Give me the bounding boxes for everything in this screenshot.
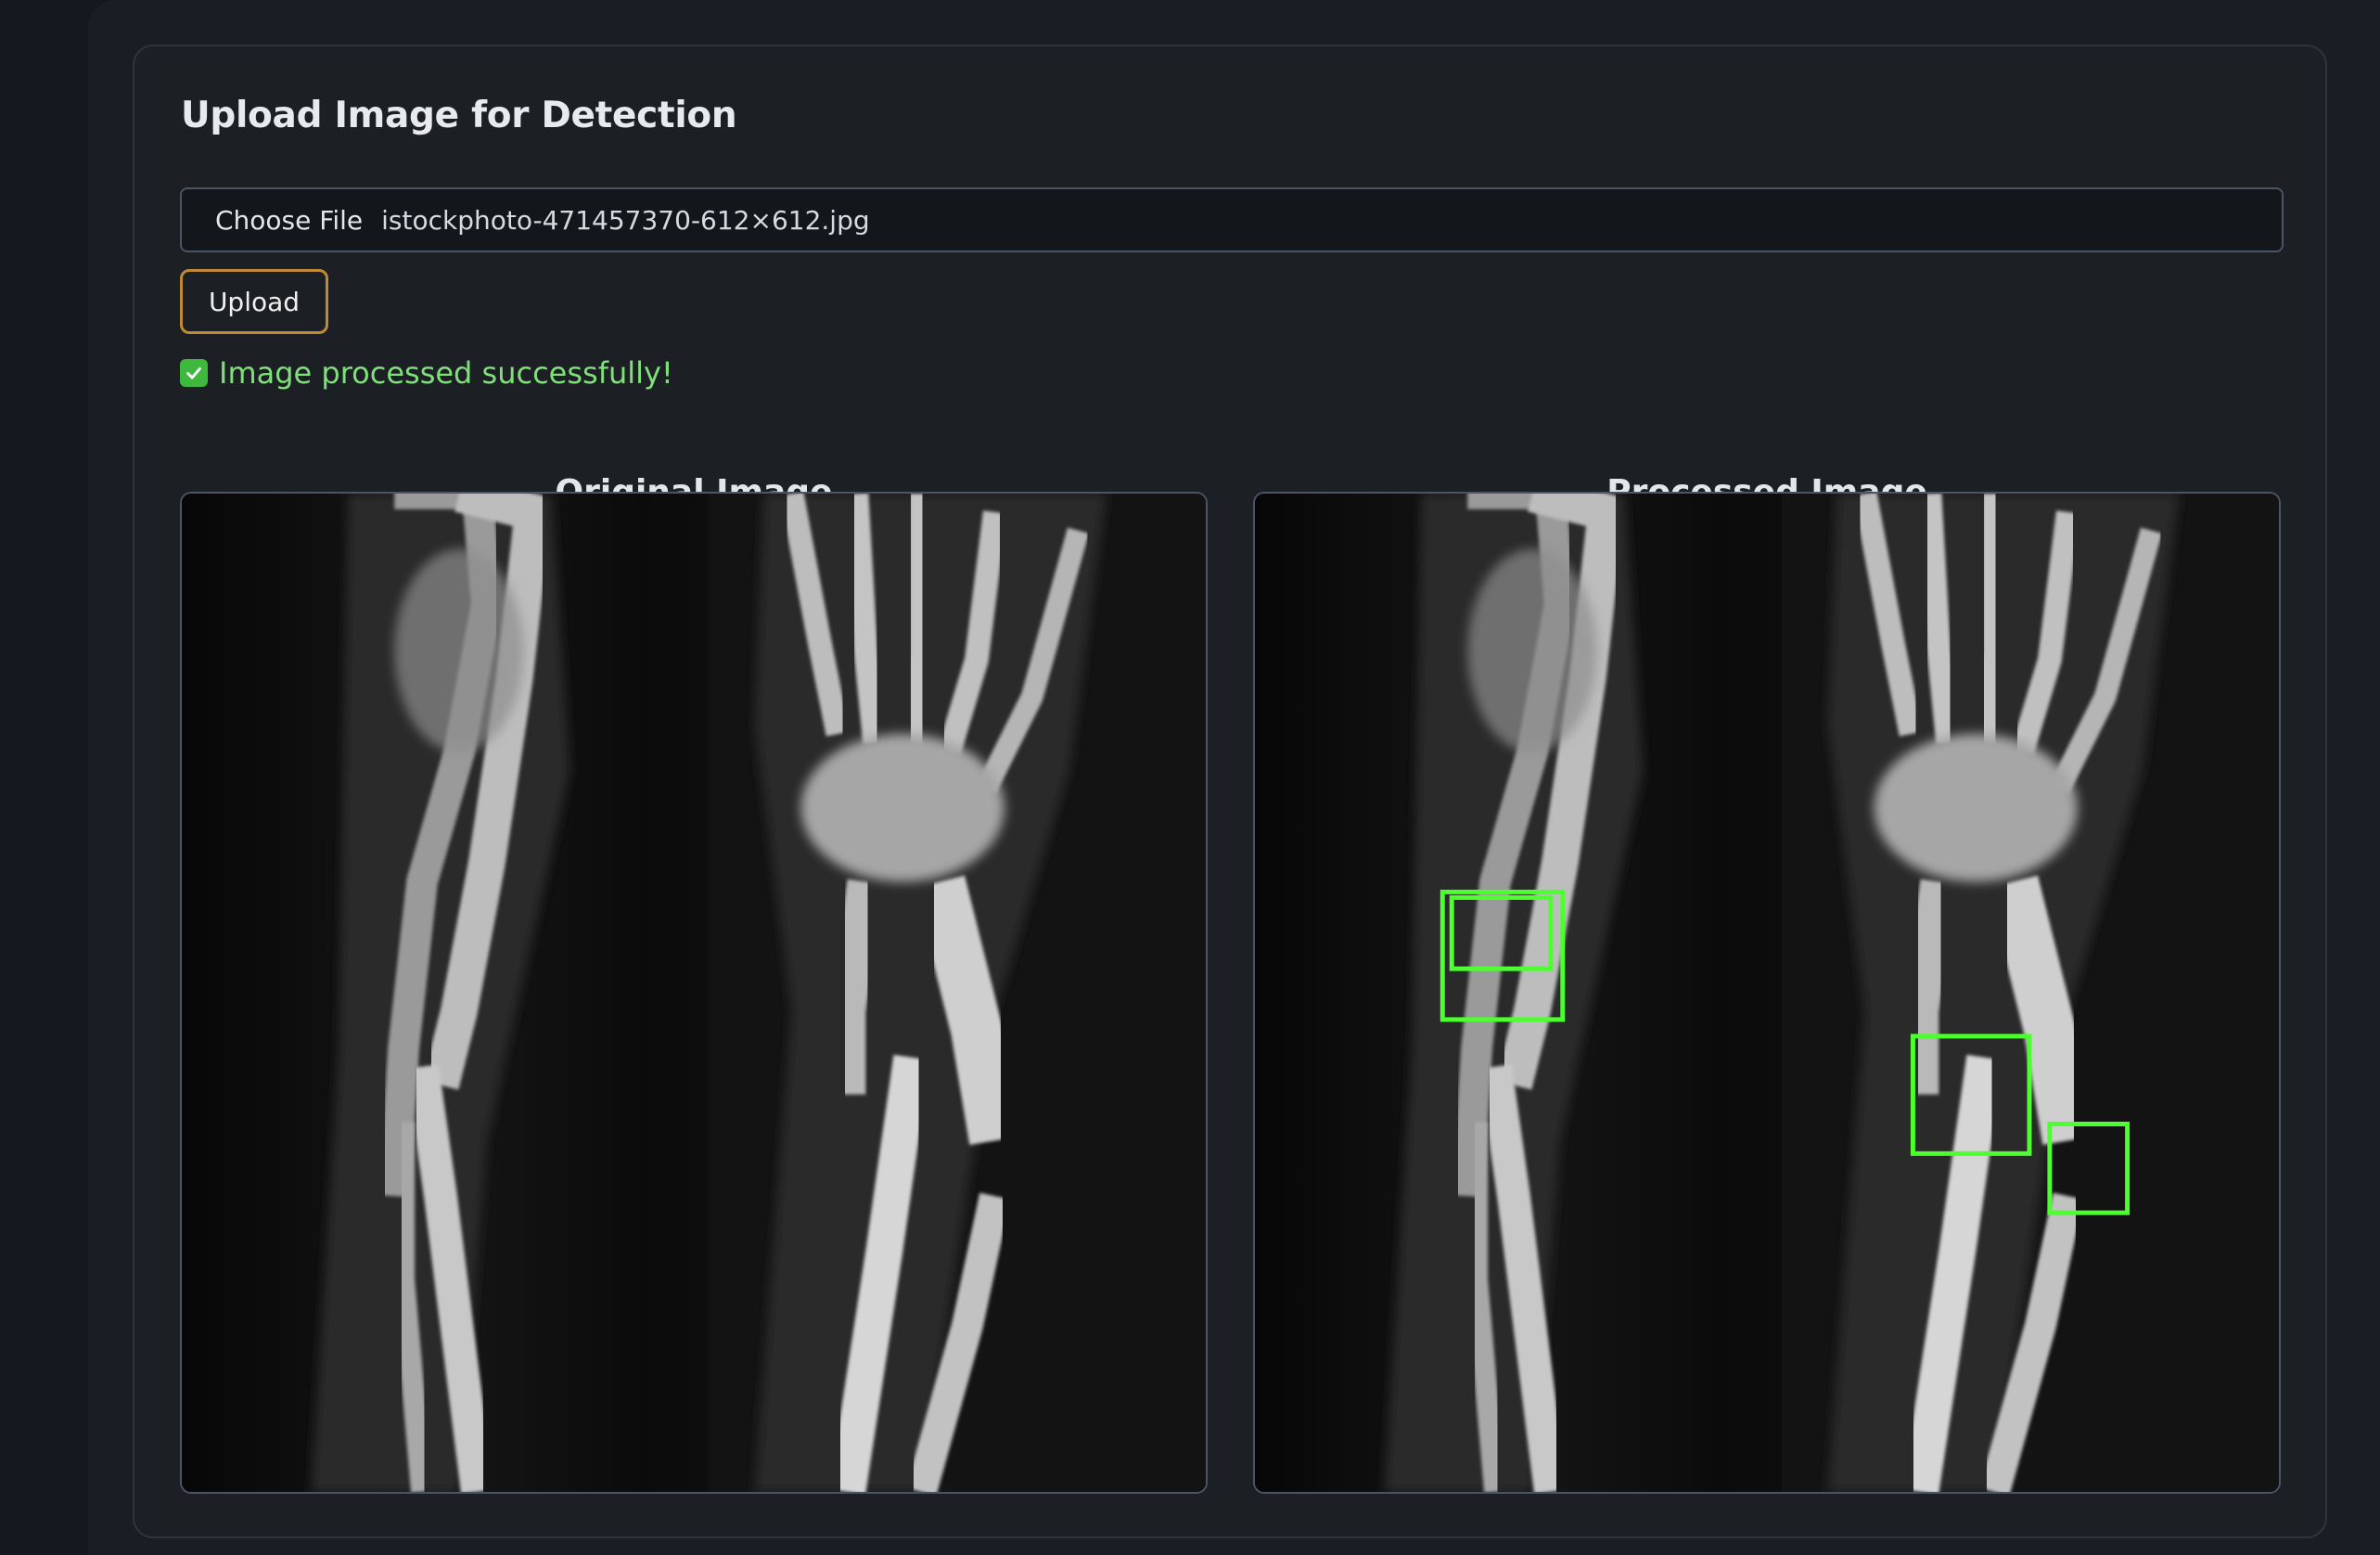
- upload-button[interactable]: Upload: [180, 269, 328, 334]
- card-title: Upload Image for Detection: [181, 95, 737, 136]
- detection-card: Upload Image for Detection Choose File i…: [133, 45, 2327, 1538]
- original-image: [180, 492, 1208, 1494]
- check-mark-icon: [180, 359, 208, 387]
- processed-image: [1253, 492, 2281, 1494]
- choose-file-button[interactable]: Choose File: [215, 205, 363, 236]
- xray-original-graphic: [182, 494, 1206, 1492]
- file-input[interactable]: Choose File istockphoto-471457370-612×61…: [180, 187, 2284, 252]
- status-text: Image processed successfully!: [219, 355, 673, 391]
- status-message: Image processed successfully!: [180, 353, 673, 393]
- selected-file-name: istockphoto-471457370-612×612.jpg: [381, 204, 870, 236]
- xray-processed-graphic: [1255, 494, 2279, 1492]
